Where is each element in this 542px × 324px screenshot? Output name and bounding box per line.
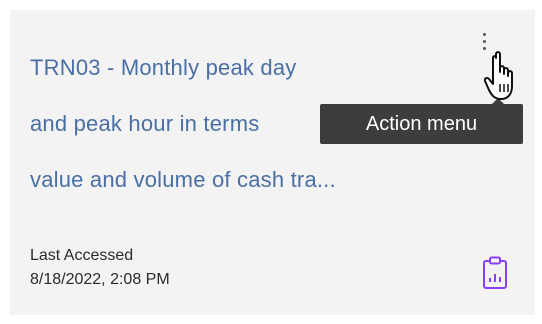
last-accessed-value: 8/18/2022, 2:08 PM	[30, 271, 170, 288]
overflow-menu-dot	[482, 39, 486, 43]
report-title-line-1[interactable]: TRN03 - Monthly peak day	[30, 40, 450, 96]
action-menu-tooltip: Action menu	[320, 104, 523, 144]
report-clipboard-icon[interactable]	[482, 256, 508, 290]
report-card[interactable]: TRN03 - Monthly peak day and peak hour i…	[10, 10, 535, 315]
last-accessed-label: Last Accessed	[30, 247, 134, 264]
hand-pointer-cursor-icon	[484, 51, 513, 100]
overflow-menu-dot	[482, 32, 486, 36]
report-title-line-3[interactable]: value and volume of cash tra...	[30, 152, 450, 208]
